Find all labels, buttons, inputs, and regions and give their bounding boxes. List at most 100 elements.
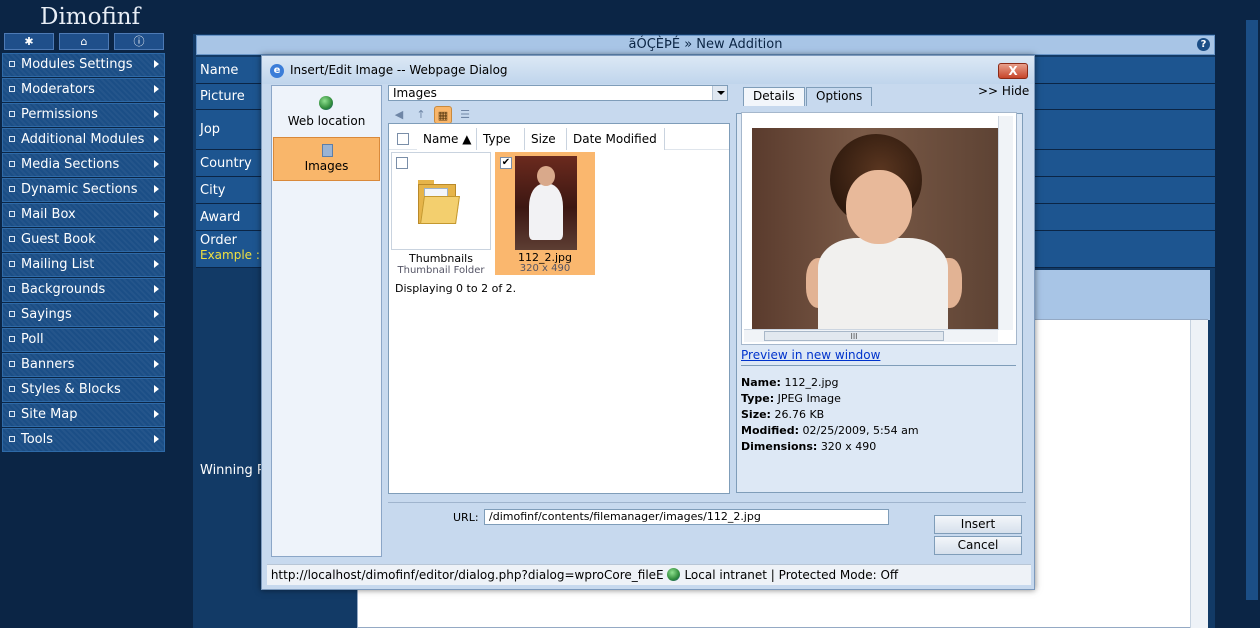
hide-link[interactable]: >> Hide [978, 84, 1029, 98]
sidebar-item-label: Banners [21, 357, 75, 372]
page-title: ãÓÇÈÞÉ » New Addition [196, 35, 1215, 55]
bullet-icon [9, 261, 15, 267]
chevron-right-icon [154, 360, 159, 368]
up-folder-icon[interactable]: ↑ [412, 106, 430, 124]
chevron-right-icon [154, 260, 159, 268]
chevron-right-icon [154, 235, 159, 243]
bullet-icon [9, 336, 15, 342]
file-tile-thumbnails[interactable]: Thumbnails Thumbnail Folder [391, 152, 491, 276]
sidebar-item-label: Media Sections [21, 157, 120, 172]
sidebar-item-label: Dynamic Sections [21, 182, 138, 197]
ie-icon: e [270, 64, 284, 78]
detail-row: Name: 112_2.jpg [741, 376, 839, 389]
sidebar-item-sayings[interactable]: Sayings [2, 303, 165, 327]
sidebar-item-site-map[interactable]: Site Map [2, 403, 165, 427]
sidebar-item-banners[interactable]: Banners [2, 353, 165, 377]
sidebar-item-styles-blocks[interactable]: Styles & Blocks [2, 378, 165, 402]
preview-vscroll[interactable] [998, 116, 1013, 330]
bullet-icon [9, 61, 15, 67]
logo-text: Dimofinf [40, 4, 141, 30]
source-label: Images [304, 159, 349, 173]
column-size[interactable]: Size [525, 128, 567, 150]
sidebar-item-label: Modules Settings [21, 57, 133, 72]
list-view-icon[interactable]: ☰ [456, 106, 474, 124]
thumbnail-view-icon[interactable]: ▦ [434, 106, 452, 124]
sidebar-item-label: Additional Modules [21, 132, 145, 147]
status-zone: Local intranet | Protected Mode: Off [684, 568, 899, 582]
sidebar-item-modules-settings[interactable]: Modules Settings [2, 53, 165, 77]
column-date-modified[interactable]: Date Modified [567, 128, 665, 150]
file-subtitle: Thumbnail Folder [397, 265, 485, 276]
settings-icon[interactable]: ✱ [4, 33, 54, 50]
tab-details[interactable]: Details [743, 87, 805, 106]
url-label: URL: [453, 511, 479, 524]
chevron-down-icon [712, 86, 727, 100]
bullet-icon [9, 436, 15, 442]
status-url: http://localhost/dimofinf/editor/dialog.… [270, 568, 664, 582]
insert-button[interactable]: Insert [934, 515, 1022, 534]
sidebar-item-label: Mailing List [21, 257, 95, 272]
detail-row: Type: JPEG Image [741, 392, 841, 405]
folder-select-value: Images [393, 86, 437, 100]
folder-select[interactable]: Images [388, 85, 728, 101]
sidebar-item-label: Backgrounds [21, 282, 106, 297]
chevron-right-icon [154, 135, 159, 143]
source-list: Web location Images [271, 85, 382, 557]
tab-options[interactable]: Options [806, 87, 873, 106]
sidebar-item-label: Permissions [21, 107, 98, 122]
bullet-icon [9, 236, 15, 242]
sidebar-item-media-sections[interactable]: Media Sections [2, 153, 165, 177]
sidebar-item-permissions[interactable]: Permissions [2, 103, 165, 127]
url-input[interactable]: /dimofinf/contents/filemanager/images/11… [484, 509, 889, 525]
file-checkbox[interactable] [396, 157, 408, 169]
chevron-right-icon [154, 210, 159, 218]
sidebar-item-backgrounds[interactable]: Backgrounds [2, 278, 165, 302]
home-icon[interactable]: ⌂ [59, 33, 109, 50]
bullet-icon [9, 86, 15, 92]
chevron-right-icon [154, 310, 159, 318]
close-button[interactable]: X [998, 63, 1028, 79]
detail-row: Dimensions: 320 x 490 [741, 440, 877, 453]
cancel-button[interactable]: Cancel [934, 536, 1022, 555]
select-all-checkbox[interactable] [397, 133, 409, 145]
sidebar-item-label: Site Map [21, 407, 78, 422]
chevron-right-icon [154, 185, 159, 193]
divider [388, 502, 1026, 503]
sidebar-item-dynamic-sections[interactable]: Dynamic Sections [2, 178, 165, 202]
example-label: Example : [200, 248, 260, 262]
chevron-right-icon [154, 160, 159, 168]
preview-new-window-link[interactable]: Preview in new window [741, 348, 880, 362]
chevron-right-icon [154, 385, 159, 393]
column-name[interactable]: Name ▲ [417, 128, 477, 150]
bullet-icon [9, 186, 15, 192]
sidebar-item-mail-box[interactable]: Mail Box [2, 203, 165, 227]
page-scrollbar[interactable] [1246, 20, 1258, 600]
preview-hscroll[interactable]: III [744, 329, 998, 342]
editor-scrollbar[interactable] [1190, 320, 1208, 628]
file-name: Thumbnails [409, 252, 473, 265]
sidebar-item-tools[interactable]: Tools [2, 428, 165, 452]
status-bar: http://localhost/dimofinf/editor/dialog.… [267, 564, 1031, 585]
image-thumbnail [515, 156, 577, 250]
source-images[interactable]: Images [273, 137, 380, 181]
dialog-title: Insert/Edit Image -- Webpage Dialog [262, 56, 1034, 84]
sidebar-item-poll[interactable]: Poll [2, 328, 165, 352]
sidebar-item-moderators[interactable]: Moderators [2, 78, 165, 102]
info-icon[interactable]: ⓘ [114, 33, 164, 50]
help-icon[interactable]: ? [1197, 38, 1210, 51]
column-header-row: Name ▲ Type Size Date Modified [389, 124, 729, 150]
image-folder-icon [322, 144, 333, 157]
sidebar-item-label: Sayings [21, 307, 72, 322]
back-icon[interactable]: ◀ [390, 106, 408, 124]
file-browser: Name ▲ Type Size Date Modified Thumbnail… [388, 123, 730, 494]
scroll-thumb[interactable]: III [764, 331, 944, 341]
source-web-location[interactable]: Web location [272, 94, 381, 134]
sidebar-item-guest-book[interactable]: Guest Book [2, 228, 165, 252]
column-type[interactable]: Type [477, 128, 525, 150]
sidebar-item-mailing-list[interactable]: Mailing List [2, 253, 165, 277]
sidebar-item-label: Mail Box [21, 207, 76, 222]
file-tile-112-2[interactable]: ✔ 112_2.jpg 320 x 490 [495, 152, 595, 275]
file-checkbox-checked[interactable]: ✔ [500, 157, 512, 169]
sidebar-item-additional-modules[interactable]: Additional Modules [2, 128, 165, 152]
chevron-right-icon [154, 60, 159, 68]
